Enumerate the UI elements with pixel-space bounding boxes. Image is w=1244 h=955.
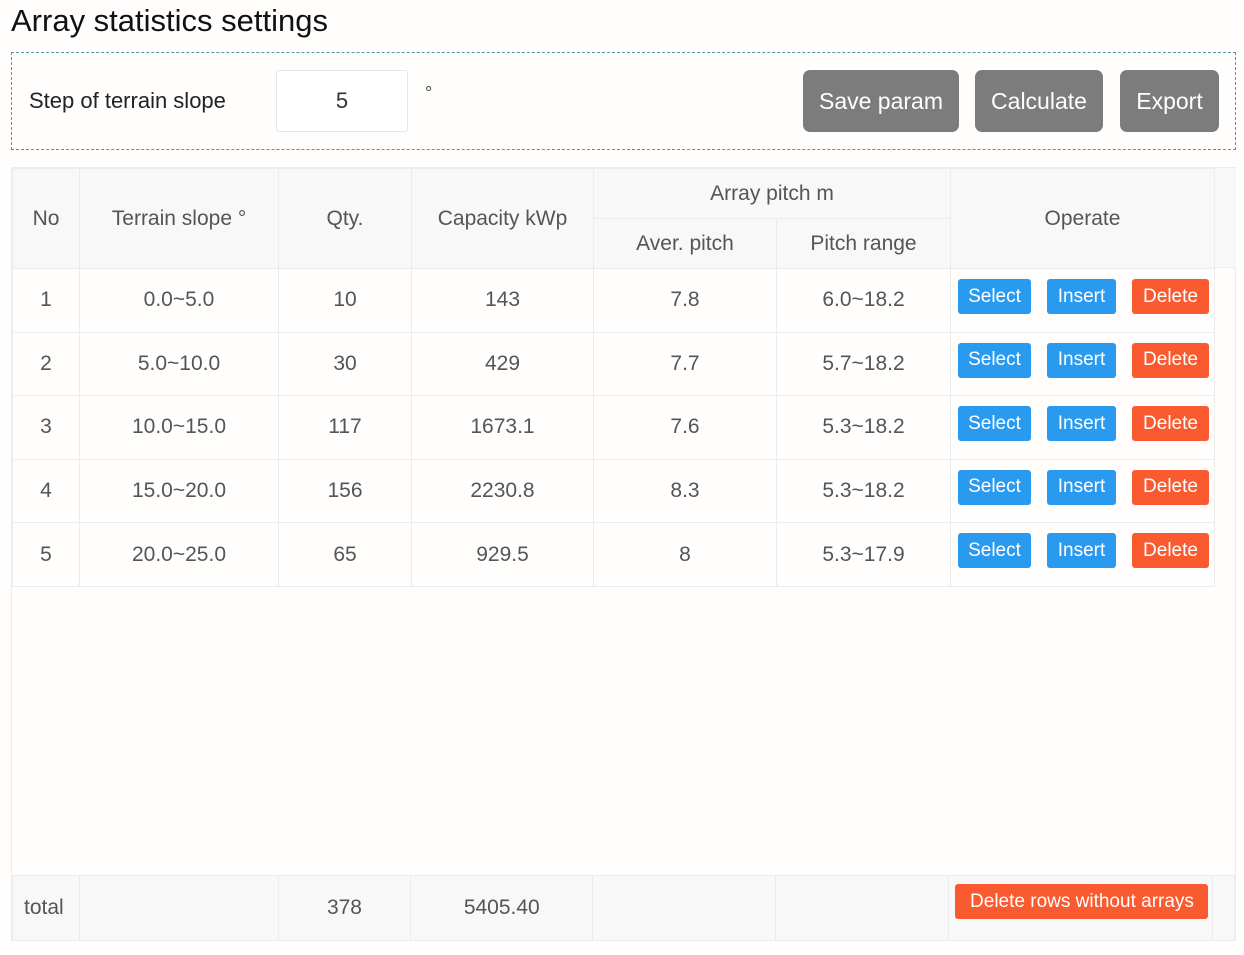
row-no-cell: 2 xyxy=(12,331,80,397)
row-terrain-slope-cell: 20.0~25.0 xyxy=(79,522,279,587)
row-capacity-cell: 2230.8 xyxy=(411,458,594,524)
calculate-button[interactable]: Calculate xyxy=(975,70,1103,132)
column-header-capacity: Capacity kWp xyxy=(411,168,594,269)
row-terrain-slope-cell: 10.0~15.0 xyxy=(79,395,279,460)
delete-button[interactable]: Delete xyxy=(1132,406,1209,442)
row-capacity-cell: 929.5 xyxy=(411,522,594,587)
insert-button[interactable]: Insert xyxy=(1047,406,1116,442)
step-terrain-slope-input[interactable] xyxy=(276,70,408,132)
total-aver-pitch-cell xyxy=(592,875,776,941)
insert-button[interactable]: Insert xyxy=(1047,279,1116,314)
row-capacity-cell: 143 xyxy=(411,268,594,333)
column-header-no: No xyxy=(12,168,80,269)
table-row: 2 5.0~10.0 30 429 7.7 5.7~18.2 Select Insert Del… xyxy=(12,331,1215,397)
total-qty: 378 xyxy=(277,875,412,941)
row-operate-cell: Select Insert Delete xyxy=(950,331,1215,397)
parameter-panel: Step of terrain slope ° Save param Calcu… xyxy=(11,52,1236,150)
save-param-button[interactable]: Save param xyxy=(803,70,959,132)
delete-button[interactable]: Delete xyxy=(1132,533,1209,569)
body-scrollbar-gutter xyxy=(1214,268,1236,586)
delete-button[interactable]: Delete xyxy=(1132,279,1209,314)
totals-row: total 378 5405.40 Delete rows without ar… xyxy=(12,875,1236,941)
row-qty-cell: 156 xyxy=(278,458,412,524)
row-aver-pitch-cell: 7.8 xyxy=(593,268,777,333)
table-row: 3 10.0~15.0 117 1673.1 7.6 5.3~18.2 Select Inse… xyxy=(12,395,1215,460)
row-no-cell: 3 xyxy=(12,395,80,460)
row-operate-cell: Select Insert Delete xyxy=(950,268,1215,333)
total-label: total xyxy=(12,875,80,941)
row-operate-cell: Select Insert Delete xyxy=(950,458,1215,524)
table-row: 4 15.0~20.0 156 2230.8 8.3 5.3~18.2 Select Inse… xyxy=(12,458,1215,524)
insert-button[interactable]: Insert xyxy=(1047,342,1116,378)
total-capacity: 5405.40 xyxy=(410,875,594,941)
row-aver-pitch-cell: 8.3 xyxy=(593,458,777,524)
row-no-cell: 1 xyxy=(12,268,80,333)
row-aver-pitch-cell: 8 xyxy=(593,522,777,587)
row-no-cell: 5 xyxy=(12,522,80,587)
row-pitch-range-cell: 6.0~18.2 xyxy=(776,268,951,333)
row-terrain-slope-cell: 0.0~5.0 xyxy=(79,268,279,333)
column-header-pitch-range: Pitch range xyxy=(776,218,951,269)
row-terrain-slope-cell: 5.0~10.0 xyxy=(79,331,279,397)
page-title: Array statistics settings xyxy=(11,3,328,38)
total-operate-cell: Delete rows without arrays xyxy=(948,875,1213,941)
delete-rows-without-arrays-button[interactable]: Delete rows without arrays xyxy=(955,884,1209,919)
row-qty-cell: 117 xyxy=(278,395,412,460)
row-terrain-slope-cell: 15.0~20.0 xyxy=(79,458,279,524)
column-header-qty: Qty. xyxy=(278,168,412,269)
delete-button[interactable]: Delete xyxy=(1132,469,1209,505)
row-capacity-cell: 1673.1 xyxy=(411,395,594,460)
row-aver-pitch-cell: 7.7 xyxy=(593,331,777,397)
delete-button[interactable]: Delete xyxy=(1132,342,1209,378)
export-button[interactable]: Export xyxy=(1120,70,1219,132)
row-qty-cell: 30 xyxy=(278,331,412,397)
select-button[interactable]: Select xyxy=(958,406,1031,442)
row-operate-cell: Select Insert Delete xyxy=(950,395,1215,460)
row-pitch-range-cell: 5.7~18.2 xyxy=(776,331,951,397)
select-button[interactable]: Select xyxy=(958,279,1031,314)
row-aver-pitch-cell: 7.6 xyxy=(593,395,777,460)
row-qty-cell: 65 xyxy=(278,522,412,587)
column-header-terrain-slope: Terrain slope ° xyxy=(79,168,279,269)
header-scrollbar-gutter xyxy=(1214,168,1236,268)
row-pitch-range-cell: 5.3~18.2 xyxy=(776,458,951,524)
total-pitch-range-cell xyxy=(774,875,950,941)
array-statistics-table: No Terrain slope ° Qty. Capacity kWp Arr… xyxy=(11,167,1236,941)
table-row: 5 20.0~25.0 65 929.5 8 5.3~17.9 Select Insert De… xyxy=(12,522,1215,587)
column-header-aver-pitch: Aver. pitch xyxy=(593,218,777,269)
row-capacity-cell: 429 xyxy=(411,331,594,397)
row-qty-cell: 10 xyxy=(278,268,412,333)
select-button[interactable]: Select xyxy=(958,469,1031,505)
insert-button[interactable]: Insert xyxy=(1047,469,1116,505)
table-row: 1 0.0~5.0 10 143 7.8 6.0~18.2 Select Insert Dele… xyxy=(12,268,1215,333)
degree-unit-label: ° xyxy=(425,83,433,103)
row-operate-cell: Select Insert Delete xyxy=(950,522,1215,587)
total-scroll-gutter xyxy=(1211,875,1236,941)
row-pitch-range-cell: 5.3~17.9 xyxy=(776,522,951,587)
total-slope-cell xyxy=(78,875,279,941)
column-header-operate: Operate xyxy=(950,168,1215,269)
row-no-cell: 4 xyxy=(12,458,80,524)
column-group-array-pitch: Array pitch m xyxy=(593,168,951,219)
select-button[interactable]: Select xyxy=(958,533,1031,569)
row-pitch-range-cell: 5.3~18.2 xyxy=(776,395,951,460)
select-button[interactable]: Select xyxy=(958,342,1031,378)
insert-button[interactable]: Insert xyxy=(1047,533,1116,569)
step-terrain-slope-label: Step of terrain slope xyxy=(29,88,226,113)
